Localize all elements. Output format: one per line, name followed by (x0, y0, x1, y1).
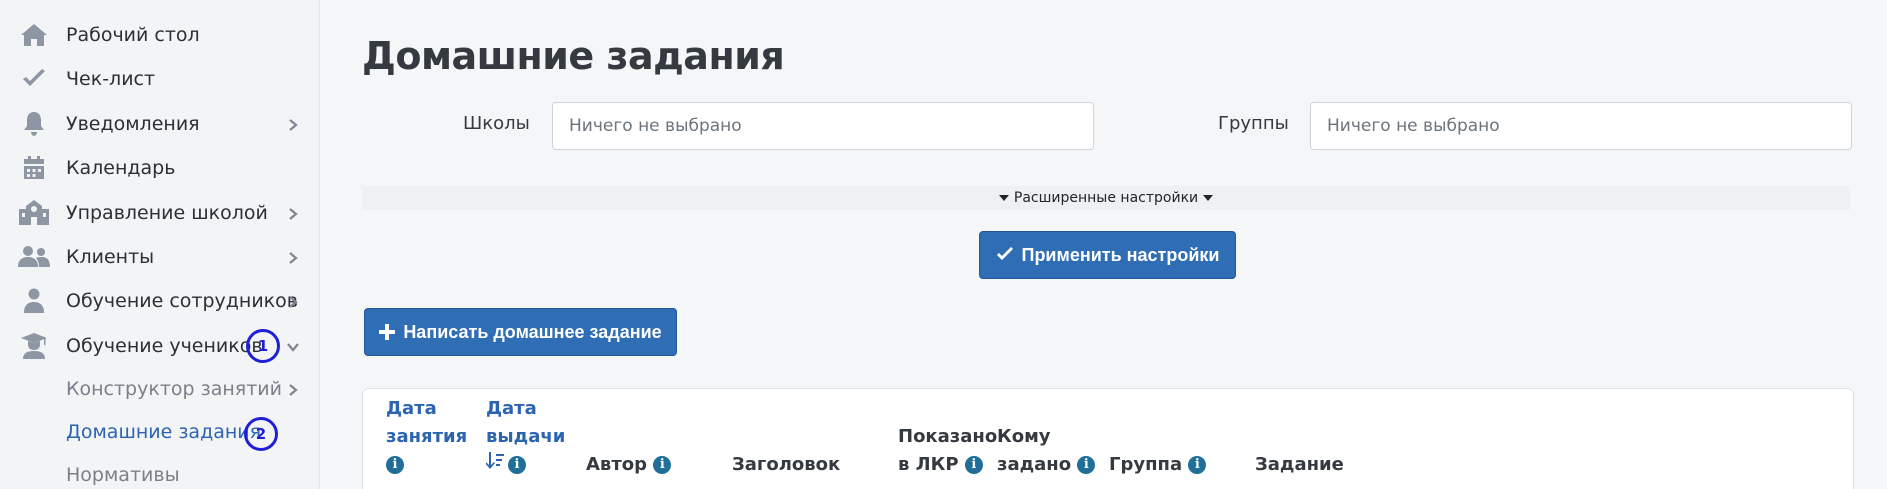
header-line: Группа (1109, 454, 1183, 475)
header-line: Кому (997, 426, 1051, 447)
sidebar-item-notifications[interactable]: Уведомления (0, 104, 320, 144)
annotation-marker-2: 2 (244, 417, 278, 451)
check-icon (18, 65, 50, 93)
graduate-icon (18, 332, 50, 360)
info-icon[interactable]: i (653, 456, 672, 474)
groups-label: Группы (1218, 113, 1289, 134)
column-header-title: Заголовок (732, 451, 840, 479)
sidebar-subitem-label: Нормативы (66, 464, 180, 486)
column-header-task: Задание (1255, 451, 1344, 479)
sidebar-item-label: Клиенты (66, 246, 155, 268)
schools-placeholder: Ничего не выбрано (569, 116, 742, 136)
sidebar-item-staff-training[interactable]: Обучение сотрудников (0, 281, 320, 321)
sidebar-subitem-label: Домашние задания (66, 421, 262, 443)
header-line: Автор (586, 454, 648, 475)
header-line: Показано (898, 426, 998, 447)
sidebar-subitem-standards[interactable]: Нормативы (0, 455, 320, 489)
chevron-down-icon (286, 339, 300, 353)
apply-settings-label: Применить настройки (1021, 244, 1220, 265)
sidebar-item-calendar[interactable]: Календарь (0, 148, 320, 188)
chevron-right-icon (286, 294, 300, 308)
apply-settings-button[interactable]: Применить настройки (979, 231, 1236, 279)
header-line: задано (997, 454, 1072, 475)
header-line: выдачи (486, 426, 566, 447)
info-icon[interactable]: i (386, 456, 404, 474)
header-line: в ЛКР (898, 454, 959, 475)
column-header-issue-date[interactable]: Дата выдачи i (485, 395, 566, 479)
sidebar-item-clients[interactable]: Клиенты (0, 237, 320, 277)
page-title: Домашние задания (362, 34, 785, 78)
schools-label: Школы (463, 113, 530, 134)
schools-select[interactable]: Ничего не выбрано (552, 102, 1094, 150)
sidebar-item-label: Чек-лист (66, 68, 156, 90)
users-icon (18, 243, 50, 271)
sidebar-item-label: Обучение сотрудников (66, 290, 298, 312)
column-header-group: Группа i (1109, 451, 1207, 479)
school-icon (18, 199, 50, 227)
homework-table: Дата занятия i Дата выдачи i Автор i Заг… (362, 388, 1854, 489)
sort-descending-icon[interactable] (485, 451, 504, 479)
sidebar: Рабочий стол Чек-лист Уведомления Календ… (0, 0, 320, 489)
chevron-right-icon (286, 206, 300, 220)
info-icon[interactable]: i (1188, 456, 1207, 474)
chevron-right-icon (286, 250, 300, 264)
sidebar-item-label: Обучение учеников (66, 335, 263, 357)
header-line: Задание (1255, 454, 1344, 475)
annotation-marker-1: 1 (246, 329, 280, 363)
header-line: Заголовок (732, 454, 841, 475)
sidebar-subitem-label: Конструктор занятий (66, 378, 282, 400)
sidebar-item-school-management[interactable]: Управление школой (0, 193, 320, 233)
sidebar-item-label: Управление школой (66, 202, 268, 224)
column-header-author: Автор i (586, 451, 672, 479)
header-line: Дата (486, 398, 537, 419)
home-icon (18, 21, 50, 49)
check-icon (996, 247, 1013, 260)
sidebar-item-checklist[interactable]: Чек-лист (0, 59, 320, 99)
column-header-assigned-to: Кому задано i (997, 423, 1096, 479)
info-icon[interactable]: i (964, 456, 983, 474)
write-homework-label: Написать домашнее задание (403, 321, 662, 342)
calendar-icon (18, 154, 50, 182)
sidebar-item-dashboard[interactable]: Рабочий стол (0, 15, 320, 55)
groups-select[interactable]: Ничего не выбрано (1310, 102, 1852, 150)
sidebar-item-label: Календарь (66, 157, 176, 179)
info-icon[interactable]: i (1077, 456, 1096, 474)
sidebar-item-label: Рабочий стол (66, 24, 200, 46)
plus-icon (379, 324, 396, 340)
staff-icon (18, 287, 50, 315)
sidebar-item-label: Уведомления (66, 113, 200, 135)
sidebar-subitem-lesson-builder[interactable]: Конструктор занятий (0, 369, 320, 409)
info-icon[interactable]: i (508, 456, 526, 474)
chevron-right-icon (286, 117, 300, 131)
advanced-settings-label: Расширенные настройки (1013, 190, 1199, 206)
column-header-lesson-date[interactable]: Дата занятия i (386, 395, 467, 479)
bell-icon (18, 110, 50, 138)
column-header-shown-in-lkr: Показано в ЛКР i (898, 423, 997, 479)
groups-placeholder: Ничего не выбрано (1327, 116, 1500, 136)
advanced-settings-toggle[interactable]: Расширенные настройки (362, 186, 1850, 210)
header-line: занятия (386, 426, 468, 447)
write-homework-button[interactable]: Написать домашнее задание (364, 308, 677, 356)
header-line: Дата (386, 398, 437, 419)
caret-down-icon (998, 195, 1009, 201)
chevron-right-icon (286, 382, 300, 396)
caret-down-icon (1203, 195, 1214, 201)
